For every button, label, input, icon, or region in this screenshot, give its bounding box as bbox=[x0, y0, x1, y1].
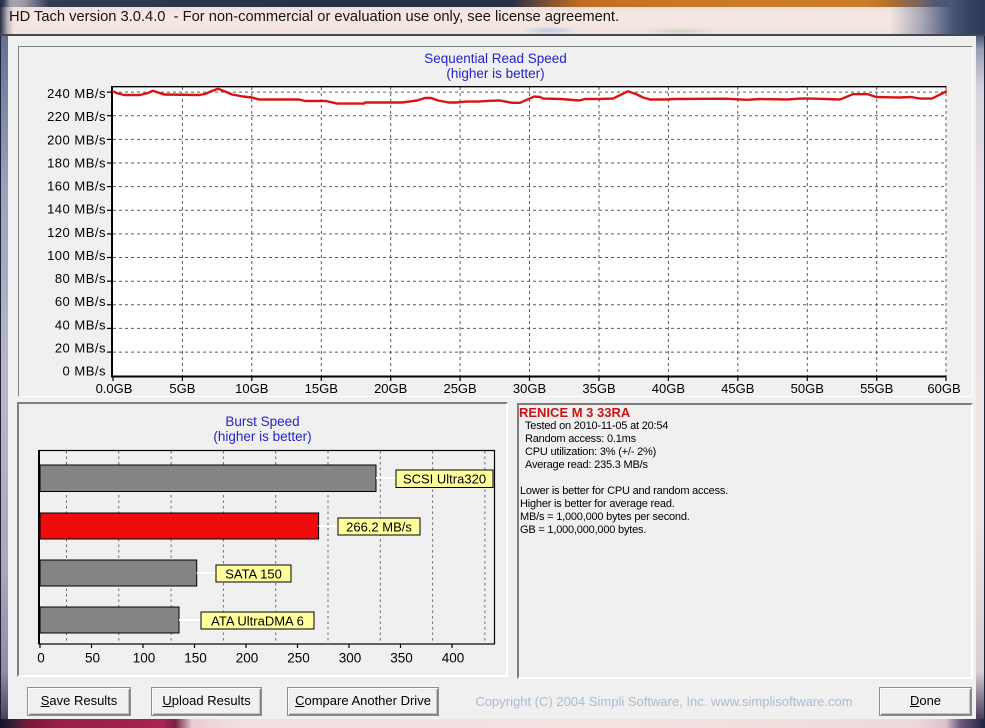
svg-text:ATA UltraDMA 6: ATA UltraDMA 6 bbox=[211, 614, 304, 629]
svg-text:35GB: 35GB bbox=[582, 381, 615, 396]
svg-text:80 MB/s: 80 MB/s bbox=[55, 271, 106, 286]
svg-text:160 MB/s: 160 MB/s bbox=[47, 179, 106, 194]
svg-text:140 MB/s: 140 MB/s bbox=[47, 202, 106, 217]
svg-text:60GB: 60GB bbox=[927, 381, 960, 396]
svg-text:120 MB/s: 120 MB/s bbox=[47, 225, 106, 240]
svg-text:30GB: 30GB bbox=[513, 381, 546, 396]
svg-text:55GB: 55GB bbox=[860, 381, 893, 396]
svg-text:5GB: 5GB bbox=[169, 381, 195, 396]
svg-text:15GB: 15GB bbox=[305, 381, 338, 396]
svg-text:250: 250 bbox=[287, 651, 310, 666]
svg-text:240 MB/s: 240 MB/s bbox=[47, 86, 106, 101]
svg-text:10GB: 10GB bbox=[235, 381, 268, 396]
svg-text:50GB: 50GB bbox=[791, 381, 824, 396]
svg-text:40GB: 40GB bbox=[652, 381, 685, 396]
svg-text:200 MB/s: 200 MB/s bbox=[47, 132, 106, 147]
svg-text:45GB: 45GB bbox=[721, 381, 754, 396]
svg-text:SATA 150: SATA 150 bbox=[225, 567, 282, 582]
svg-text:20GB: 20GB bbox=[374, 381, 407, 396]
svg-text:0: 0 bbox=[37, 651, 45, 666]
svg-text:400: 400 bbox=[442, 651, 465, 666]
svg-text:220 MB/s: 220 MB/s bbox=[47, 109, 106, 124]
svg-text:150: 150 bbox=[184, 651, 207, 666]
svg-text:40 MB/s: 40 MB/s bbox=[55, 317, 106, 332]
svg-text:100: 100 bbox=[133, 651, 156, 666]
svg-text:100 MB/s: 100 MB/s bbox=[47, 248, 106, 263]
svg-text:0 MB/s: 0 MB/s bbox=[63, 364, 106, 379]
svg-text:60 MB/s: 60 MB/s bbox=[55, 294, 106, 309]
svg-text:SCSI Ultra320: SCSI Ultra320 bbox=[403, 472, 486, 487]
svg-text:25GB: 25GB bbox=[443, 381, 476, 396]
svg-text:0.0GB: 0.0GB bbox=[96, 381, 133, 396]
svg-text:200: 200 bbox=[236, 651, 259, 666]
svg-text:300: 300 bbox=[339, 651, 362, 666]
svg-text:350: 350 bbox=[390, 651, 413, 666]
svg-text:180 MB/s: 180 MB/s bbox=[47, 156, 106, 171]
svg-text:266.2 MB/s: 266.2 MB/s bbox=[346, 520, 412, 535]
svg-text:20 MB/s: 20 MB/s bbox=[55, 340, 106, 355]
svg-text:50: 50 bbox=[85, 651, 100, 666]
